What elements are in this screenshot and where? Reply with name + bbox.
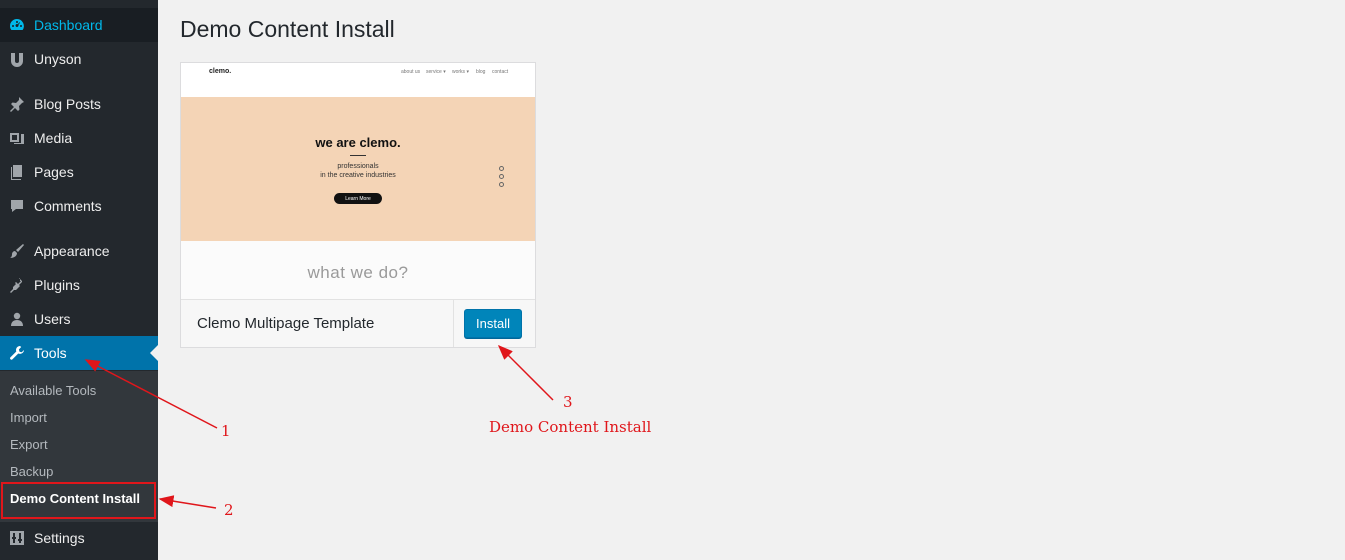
annotation-number-1: 1	[221, 422, 231, 440]
annotation-number-2: 2	[224, 501, 234, 519]
annotation-note: Demo Content Install	[489, 418, 652, 436]
annotation-arrow-1	[84, 359, 218, 429]
annotation-arrows	[84, 344, 554, 509]
annotation-arrow-2	[158, 495, 217, 509]
annotation-number-3: 3	[563, 393, 573, 411]
annotation-arrow-3	[497, 344, 554, 401]
